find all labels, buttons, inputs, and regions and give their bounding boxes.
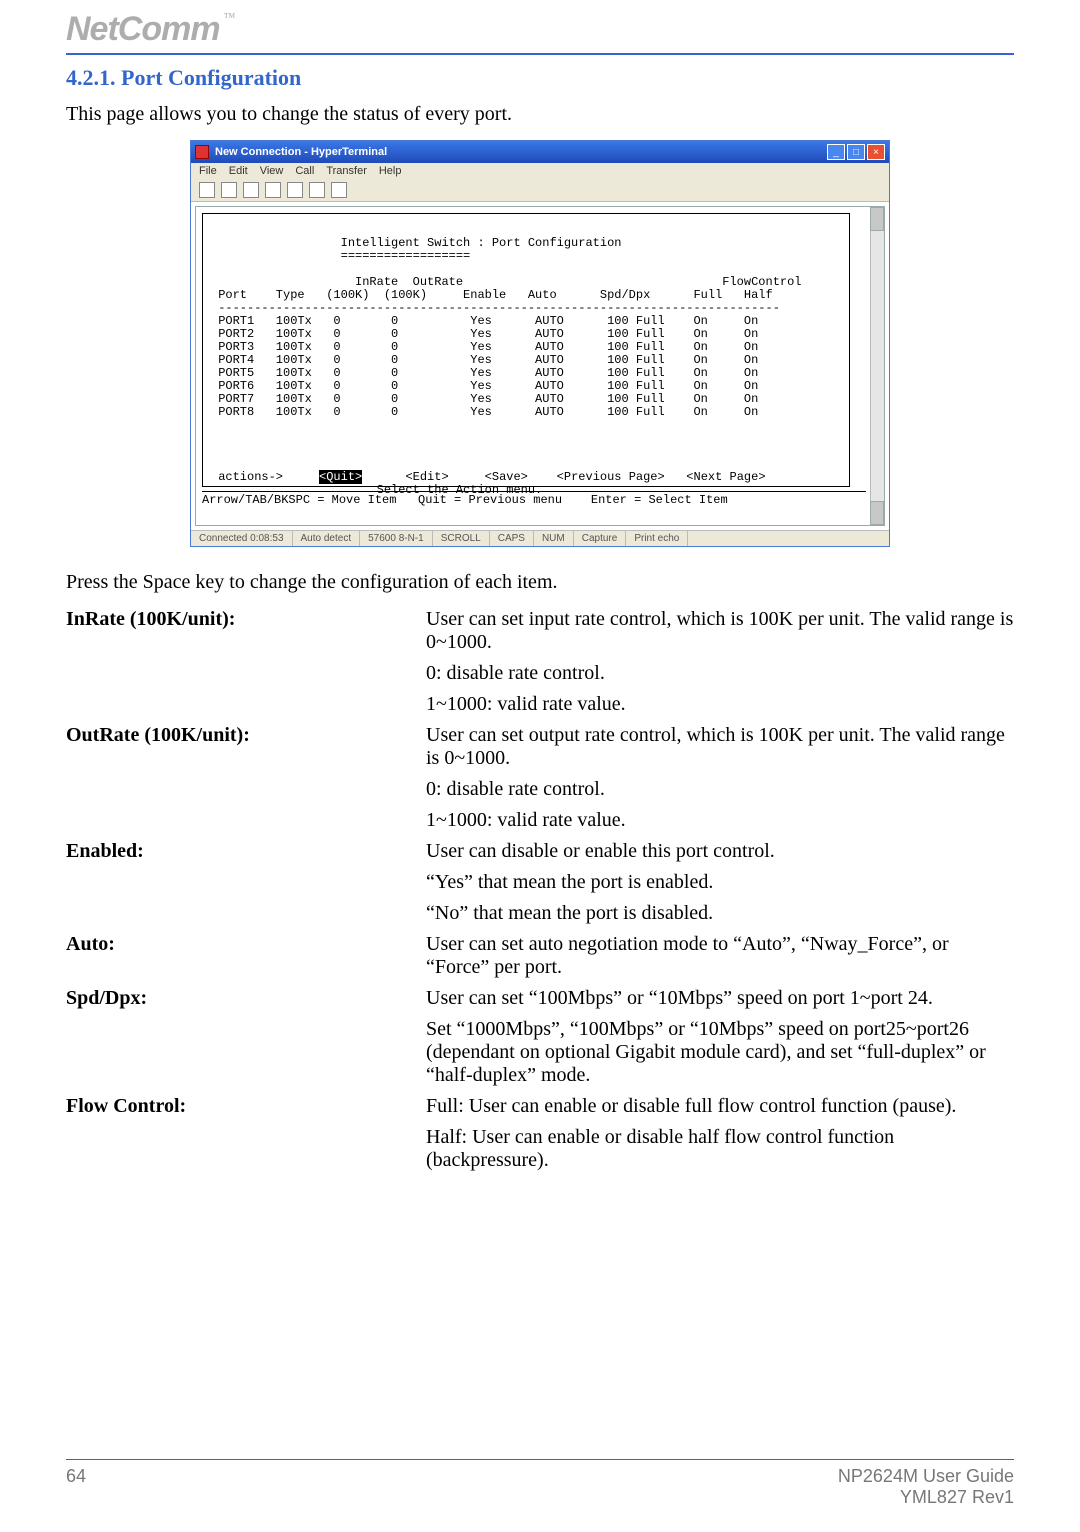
status-caps: CAPS (490, 531, 534, 546)
menu-call[interactable]: Call (295, 165, 314, 177)
def-term (66, 902, 426, 933)
def-desc: Half: User can enable or disable half fl… (426, 1126, 1014, 1180)
section-title: 4.2.1. Port Configuration (66, 65, 1014, 91)
page-number: 64 (66, 1466, 86, 1508)
def-desc: User can disable or enable this port con… (426, 840, 1014, 871)
page-footer: 64 NP2624M User Guide YML827 Rev1 (66, 1459, 1014, 1508)
toolbar-icon[interactable] (265, 182, 281, 198)
status-autodetect: Auto detect (293, 531, 361, 546)
def-desc: 0: disable rate control. (426, 662, 1014, 693)
intro-text: This page allows you to change the statu… (66, 103, 1014, 126)
menu-help[interactable]: Help (379, 165, 402, 177)
window-title: New Connection - HyperTerminal (215, 146, 827, 158)
logo-text: NetComm (66, 10, 220, 49)
def-desc: User can set output rate control, which … (426, 724, 1014, 778)
def-term: Flow Control: (66, 1095, 426, 1126)
status-scroll: SCROLL (433, 531, 490, 546)
footer-rev: YML827 Rev1 (838, 1487, 1014, 1508)
def-desc: User can set auto negotiation mode to “A… (426, 933, 1014, 987)
def-desc: User can set “100Mbps” or “10Mbps” speed… (426, 987, 1014, 1018)
toolbar-icon[interactable] (221, 182, 237, 198)
def-term: InRate (100K/unit): (66, 608, 426, 662)
header-rule (66, 53, 1014, 55)
menu-edit[interactable]: Edit (229, 165, 248, 177)
def-desc: Full: User can enable or disable full fl… (426, 1095, 1014, 1126)
def-term (66, 1018, 426, 1095)
toolbar-icon[interactable] (309, 182, 325, 198)
status-num: NUM (534, 531, 574, 546)
def-term: Auto: (66, 933, 426, 987)
toolbar-icon[interactable] (287, 182, 303, 198)
def-term (66, 809, 426, 840)
def-desc: “Yes” that mean the port is enabled. (426, 871, 1014, 902)
def-term: Spd/Dpx: (66, 987, 426, 1018)
scroll-down-icon[interactable] (870, 501, 884, 525)
def-desc: 1~1000: valid rate value. (426, 693, 1014, 724)
def-desc: 0: disable rate control. (426, 778, 1014, 809)
def-desc: “No” that mean the port is disabled. (426, 902, 1014, 933)
footer-guide: NP2624M User Guide (838, 1466, 1014, 1487)
window-buttons: _ □ × (827, 144, 885, 160)
status-connected: Connected 0:08:53 (191, 531, 293, 546)
toolbar-icon[interactable] (199, 182, 215, 198)
terminal-output: Intelligent Switch : Port Configuration … (196, 207, 884, 525)
mid-text: Press the Space key to change the config… (66, 571, 1014, 594)
minimize-button[interactable]: _ (827, 144, 845, 160)
toolbar-icon[interactable] (243, 182, 259, 198)
status-baud: 57600 8-N-1 (360, 531, 433, 546)
def-term (66, 693, 426, 724)
toolbar (191, 179, 889, 202)
maximize-button[interactable]: □ (847, 144, 865, 160)
app-icon (195, 145, 209, 159)
def-term: OutRate (100K/unit): (66, 724, 426, 778)
status-bar: Connected 0:08:53 Auto detect 57600 8-N-… (191, 530, 889, 546)
def-desc: 1~1000: valid rate value. (426, 809, 1014, 840)
scrollbar-track[interactable] (870, 207, 884, 525)
menu-transfer[interactable]: Transfer (326, 165, 367, 177)
definition-list: InRate (100K/unit):User can set input ra… (66, 608, 1014, 1180)
menu-view[interactable]: View (260, 165, 284, 177)
def-term (66, 778, 426, 809)
close-button[interactable]: × (867, 144, 885, 160)
def-term (66, 871, 426, 902)
toolbar-icon[interactable] (331, 182, 347, 198)
menu-bar: File Edit View Call Transfer Help (191, 163, 889, 179)
logo-tm: ™ (224, 10, 236, 24)
window-titlebar: New Connection - HyperTerminal _ □ × (191, 141, 889, 163)
def-desc: User can set input rate control, which i… (426, 608, 1014, 662)
menu-file[interactable]: File (199, 165, 217, 177)
def-term (66, 1126, 426, 1180)
def-term: Enabled: (66, 840, 426, 871)
def-desc: Set “1000Mbps”, “100Mbps” or “10Mbps” sp… (426, 1018, 1014, 1095)
terminal-viewport: Intelligent Switch : Port Configuration … (195, 206, 885, 526)
def-term (66, 662, 426, 693)
scroll-up-icon[interactable] (870, 207, 884, 231)
status-printecho: Print echo (626, 531, 688, 546)
brand-logo: NetComm ™ (66, 10, 1014, 49)
status-capture: Capture (574, 531, 627, 546)
hyperterminal-window: New Connection - HyperTerminal _ □ × Fil… (190, 140, 890, 547)
